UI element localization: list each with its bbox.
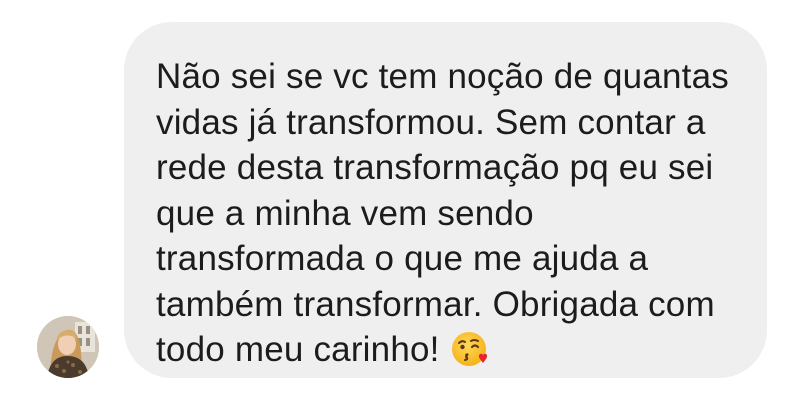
sender-avatar[interactable]	[37, 316, 99, 378]
incoming-message-row: Não sei se vc tem noção de quantas vidas…	[0, 0, 800, 409]
message-body: Não sei se vc tem noção de quantas vidas…	[156, 57, 729, 369]
message-text: Não sei se vc tem noção de quantas vidas…	[156, 54, 737, 373]
chat-thread: Não sei se vc tem noção de quantas vidas…	[0, 0, 800, 409]
avatar-photo	[37, 316, 99, 378]
message-bubble[interactable]: Não sei se vc tem noção de quantas vidas…	[124, 22, 767, 378]
face-blowing-a-kiss-icon	[450, 329, 490, 369]
